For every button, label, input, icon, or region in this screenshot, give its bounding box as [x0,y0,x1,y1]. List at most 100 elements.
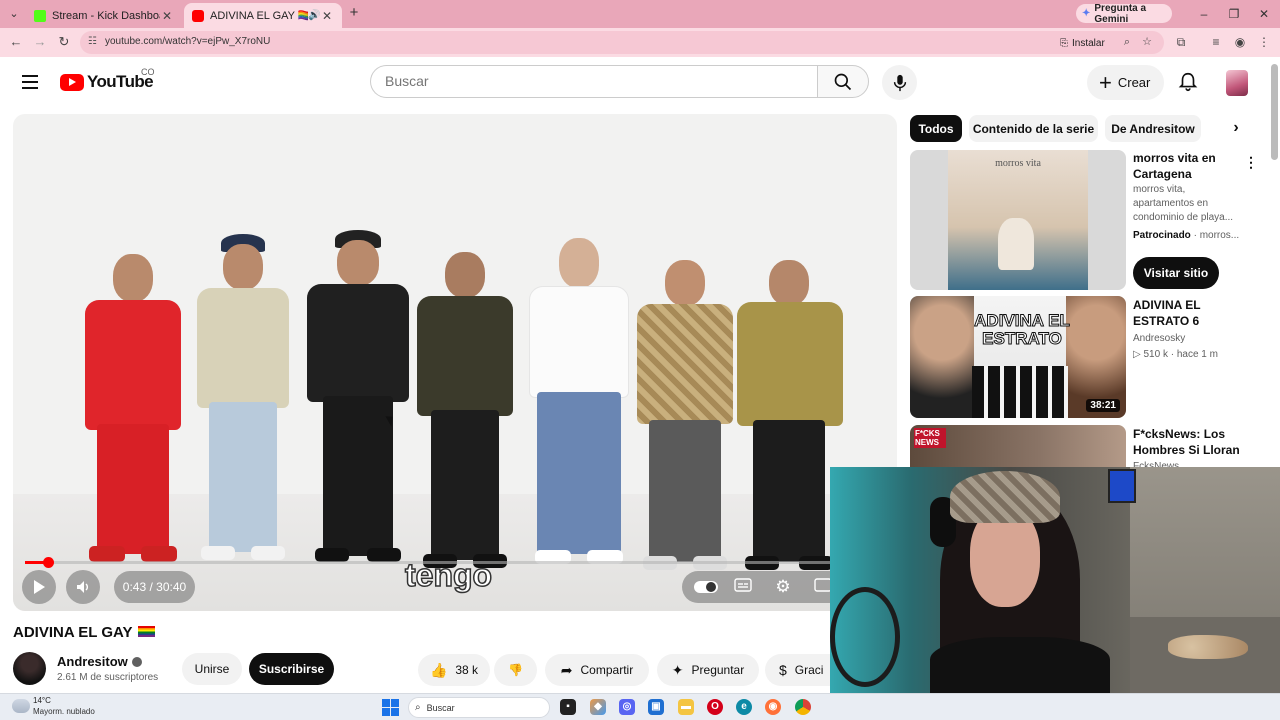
tab-youtube-video[interactable]: ADIVINA EL GAY 🏳️‍🌈 - YouTu 🔊 ✕ [184,3,342,28]
tab-close-icon[interactable]: ✕ [160,9,174,23]
share-button[interactable]: ➦ Compartir [545,654,649,686]
play-button[interactable] [22,570,56,604]
ad-description: morros vita, apartamentos en condominio … [1133,184,1234,223]
weather-temperature[interactable]: 14°C [33,696,51,705]
autoplay-toggle[interactable] [694,581,718,593]
tab-close-icon[interactable]: ✕ [320,9,334,23]
dislike-button[interactable]: 👎 [494,654,537,686]
search-icon: ⌕ [415,702,421,713]
channel-avatar[interactable] [13,652,46,685]
copilot-app-icon[interactable]: ◆ [590,699,606,715]
back-arrow-icon[interactable]: ← [8,34,24,50]
ask-button[interactable]: ✦ Preguntar [657,654,759,686]
hamburger-menu-icon[interactable] [18,70,42,94]
create-label: Crear [1117,75,1151,90]
taskbar-search[interactable]: ⌕ Buscar [408,697,550,718]
terminal-app-icon[interactable]: ▪ [560,699,576,715]
restore-icon[interactable]: ❐ [1226,6,1242,22]
reload-icon[interactable]: ↻ [56,34,72,50]
thanks-dollar-icon: $ [779,662,787,678]
media-controls-icon[interactable]: ≡ [1208,34,1224,50]
bookmark-star-icon[interactable]: ☆ [1140,35,1154,49]
subtitles-icon[interactable] [734,578,752,596]
address-bar[interactable]: ☷ youtube.com/watch?v=ejPw_X7roNU ⎘ Inst… [80,31,1164,54]
play-icon [34,580,45,594]
notifications-bell-icon[interactable] [1177,71,1199,93]
tab-search-chevron-icon[interactable]: ⌄ [6,6,22,22]
chip-todos[interactable]: Todos [910,115,962,142]
recommendation-title[interactable]: F*cksNews: Los Hombres Si Lloran [1133,426,1251,458]
youtube-header: YouTube CO Buscar + Crear [0,57,1280,107]
progress-bar-played [25,561,45,564]
cloud-weather-icon[interactable] [12,699,30,713]
speaker-icon[interactable]: 🔊 [308,10,320,21]
forward-arrow-icon[interactable]: → [32,34,48,50]
windows-start-icon[interactable] [382,699,399,716]
volume-button[interactable] [66,570,100,604]
discord-app-icon[interactable]: ◎ [619,699,635,715]
more-options-icon[interactable]: ⋮ [1244,154,1258,170]
thumb-text: ADIVINA EL ESTRATO [974,311,1071,348]
rainbow-flag-icon [138,626,156,637]
zoom-icon[interactable]: ⌕ [1120,35,1134,49]
thumbs-down-icon: 👎 [508,663,523,677]
gemini-spark-icon: ✦ [1082,8,1091,19]
like-count: 38 k [455,663,479,677]
opera-app-icon[interactable]: O [707,699,723,715]
recommendation-thumbnail[interactable]: ADIVINA EL ESTRATO 38:21 [910,296,1126,418]
kick-favicon-icon [34,9,46,22]
search-input[interactable]: Buscar [370,65,818,98]
video-person-red-tracksuit [83,254,183,574]
share-arrow-icon: ➦ [560,661,573,678]
voice-search-button[interactable] [882,65,917,100]
like-button[interactable]: 👍 38 k [418,654,490,686]
edge-app-icon[interactable]: e [736,699,752,715]
video-person-mustard-hoodie [735,260,845,575]
chip-de-andresitow[interactable]: De Andresitow [1105,115,1201,142]
video-player[interactable]: tengo 0:43 / 30:40 ⚙ [13,114,897,611]
firefox-app-icon[interactable]: ◉ [765,699,781,715]
recommendation-title[interactable]: ADIVINA EL ESTRATO 6 [1133,297,1251,329]
store-app-icon[interactable]: ▣ [648,699,664,715]
progress-scrubber-handle[interactable] [43,557,54,568]
tab-title: ADIVINA EL GAY 🏳️‍🌈 - YouTu [210,10,308,22]
plus-icon: + [1099,69,1112,95]
minimize-icon[interactable]: – [1196,6,1212,22]
chevron-right-icon[interactable]: › [1226,118,1246,138]
install-app-button[interactable]: ⎘ Instalar [1060,35,1116,51]
webcam-dog [1168,635,1248,659]
ad-title[interactable]: morros vita en Cartagena [1133,150,1251,182]
chip-series[interactable]: Contenido de la serie [969,115,1098,142]
browser-menu-icon[interactable]: ⋮ [1256,34,1272,50]
thumb-text: F*CKS NEWS [914,428,946,448]
sponsored-label: Patrocinado [1133,230,1191,241]
chrome-app-icon[interactable] [795,699,811,715]
channel-name-link[interactable]: Andresitow [57,654,142,669]
join-button[interactable]: Unirse [182,653,242,685]
video-title-text: ADIVINA EL GAY [13,624,133,641]
weather-description[interactable]: Mayorm. nublado [33,707,95,716]
progress-bar[interactable] [25,557,885,568]
search-bar: Buscar [370,65,870,98]
settings-gear-icon[interactable]: ⚙ [774,578,792,596]
profile-icon[interactable]: ◉ [1232,34,1248,50]
new-tab-plus-icon[interactable]: + [346,5,362,21]
gemini-button[interactable]: ✦ Pregunta a Gemini [1076,3,1172,25]
ask-label: Preguntar [691,663,745,677]
subscribe-button[interactable]: Suscribirse [249,653,334,685]
user-avatar[interactable] [1226,70,1248,96]
site-info-icon[interactable]: ☷ [88,36,101,49]
thanks-button[interactable]: $ Graci [765,654,831,686]
search-button[interactable] [817,65,869,98]
create-button[interactable]: + Crear [1087,65,1164,100]
visit-site-button[interactable]: Visitar sitio [1133,257,1219,289]
ad-thumbnail[interactable]: morros vita [910,150,1126,290]
install-label: Instalar [1072,37,1105,49]
page-scrollbar[interactable] [1271,64,1278,160]
play-count-icon: ▷ [1133,349,1141,360]
close-window-icon[interactable]: ✕ [1256,6,1272,22]
file-explorer-icon[interactable]: ▬ [678,699,694,715]
extensions-icon[interactable]: ⧉ [1173,34,1189,50]
tab-kick-dashboard[interactable]: Stream - Kick Dashboard ✕ [26,3,182,28]
youtube-logo[interactable]: YouTube CO [60,67,155,92]
